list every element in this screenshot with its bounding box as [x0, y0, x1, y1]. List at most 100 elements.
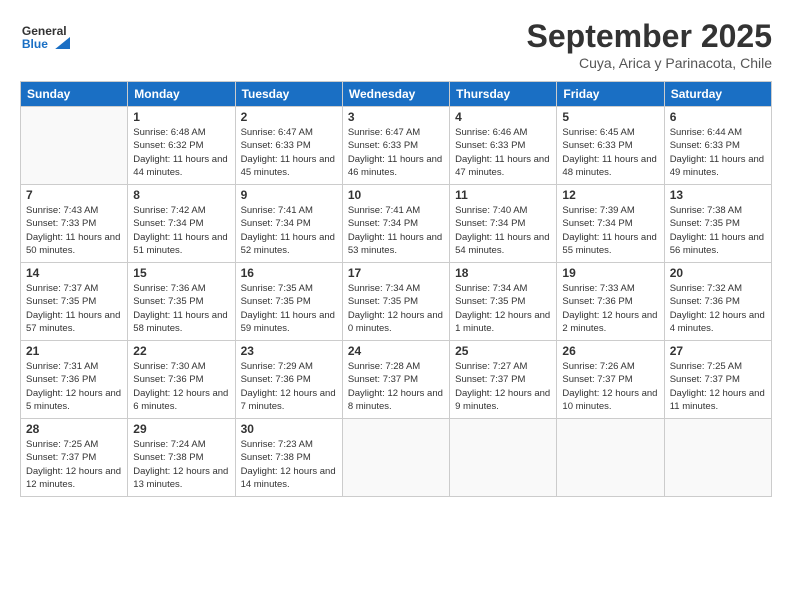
day-info: Sunrise: 7:41 AM Sunset: 7:34 PM Dayligh… — [241, 204, 337, 257]
calendar-cell-w4-d3 — [342, 419, 449, 497]
day-number: 25 — [455, 344, 551, 358]
calendar-cell-w3-d2: 23 Sunrise: 7:29 AM Sunset: 7:36 PM Dayli… — [235, 341, 342, 419]
weekday-header-row: Sunday Monday Tuesday Wednesday Thursday… — [21, 82, 772, 107]
month-title: September 2025 — [527, 18, 772, 55]
calendar-cell-w0-d4: 4 Sunrise: 6:46 AM Sunset: 6:33 PM Daylig… — [450, 107, 557, 185]
calendar-cell-w3-d4: 25 Sunrise: 7:27 AM Sunset: 7:37 PM Dayli… — [450, 341, 557, 419]
header-saturday: Saturday — [664, 82, 771, 107]
day-info: Sunrise: 7:42 AM Sunset: 7:34 PM Dayligh… — [133, 204, 229, 257]
logo-icon: General Blue — [20, 18, 70, 56]
calendar-cell-w2-d4: 18 Sunrise: 7:34 AM Sunset: 7:35 PM Dayli… — [450, 263, 557, 341]
day-info: Sunrise: 6:47 AM Sunset: 6:33 PM Dayligh… — [241, 126, 337, 179]
calendar-cell-w1-d2: 9 Sunrise: 7:41 AM Sunset: 7:34 PM Daylig… — [235, 185, 342, 263]
day-number: 19 — [562, 266, 658, 280]
day-info: Sunrise: 7:29 AM Sunset: 7:36 PM Dayligh… — [241, 360, 337, 413]
calendar-cell-w2-d5: 19 Sunrise: 7:33 AM Sunset: 7:36 PM Dayli… — [557, 263, 664, 341]
day-info: Sunrise: 7:36 AM Sunset: 7:35 PM Dayligh… — [133, 282, 229, 335]
svg-text:General: General — [22, 24, 67, 38]
calendar-cell-w2-d0: 14 Sunrise: 7:37 AM Sunset: 7:35 PM Dayli… — [21, 263, 128, 341]
day-info: Sunrise: 7:38 AM Sunset: 7:35 PM Dayligh… — [670, 204, 766, 257]
day-info: Sunrise: 7:26 AM Sunset: 7:37 PM Dayligh… — [562, 360, 658, 413]
calendar-cell-w1-d1: 8 Sunrise: 7:42 AM Sunset: 7:34 PM Daylig… — [128, 185, 235, 263]
day-info: Sunrise: 7:25 AM Sunset: 7:37 PM Dayligh… — [670, 360, 766, 413]
header-thursday: Thursday — [450, 82, 557, 107]
day-number: 30 — [241, 422, 337, 436]
day-number: 2 — [241, 110, 337, 124]
day-info: Sunrise: 7:37 AM Sunset: 7:35 PM Dayligh… — [26, 282, 122, 335]
calendar-cell-w0-d5: 5Sunrise: 6:45 AM Sunset: 6:33 PM Daylig… — [557, 107, 664, 185]
day-number: 10 — [348, 188, 444, 202]
week-row-3: 21Sunrise: 7:31 AM Sunset: 7:36 PM Dayli… — [21, 341, 772, 419]
day-number: 13 — [670, 188, 766, 202]
calendar-cell-w4-d0: 28 Sunrise: 7:25 AM Sunset: 7:37 PM Dayli… — [21, 419, 128, 497]
day-number: 6 — [670, 110, 766, 124]
day-number: 16 — [241, 266, 337, 280]
calendar-cell-w1-d0: 7 Sunrise: 7:43 AM Sunset: 7:33 PM Daylig… — [21, 185, 128, 263]
location-subtitle: Cuya, Arica y Parinacota, Chile — [527, 55, 772, 71]
day-number: 28 — [26, 422, 122, 436]
calendar-cell-w0-d3: 3 Sunrise: 6:47 AM Sunset: 6:33 PM Daylig… — [342, 107, 449, 185]
week-row-1: 7 Sunrise: 7:43 AM Sunset: 7:33 PM Daylig… — [21, 185, 772, 263]
calendar-cell-w4-d4 — [450, 419, 557, 497]
day-number: 11 — [455, 188, 551, 202]
day-number: 24 — [348, 344, 444, 358]
day-info: Sunrise: 7:35 AM Sunset: 7:35 PM Dayligh… — [241, 282, 337, 335]
day-info: Sunrise: 7:39 AM Sunset: 7:34 PM Dayligh… — [562, 204, 658, 257]
calendar-cell-w3-d0: 21Sunrise: 7:31 AM Sunset: 7:36 PM Dayli… — [21, 341, 128, 419]
day-number: 12 — [562, 188, 658, 202]
day-number: 8 — [133, 188, 229, 202]
calendar-cell-w2-d3: 17 Sunrise: 7:34 AM Sunset: 7:35 PM Dayli… — [342, 263, 449, 341]
day-info: Sunrise: 7:27 AM Sunset: 7:37 PM Dayligh… — [455, 360, 551, 413]
calendar-cell-w4-d5 — [557, 419, 664, 497]
day-info: Sunrise: 7:25 AM Sunset: 7:37 PM Dayligh… — [26, 438, 122, 491]
day-number: 26 — [562, 344, 658, 358]
week-row-4: 28 Sunrise: 7:25 AM Sunset: 7:37 PM Dayli… — [21, 419, 772, 497]
calendar-cell-w1-d6: 13 Sunrise: 7:38 AM Sunset: 7:35 PM Dayli… — [664, 185, 771, 263]
calendar-cell-w0-d0 — [21, 107, 128, 185]
calendar-cell-w1-d4: 11 Sunrise: 7:40 AM Sunset: 7:34 PM Dayli… — [450, 185, 557, 263]
calendar-cell-w2-d1: 15 Sunrise: 7:36 AM Sunset: 7:35 PM Dayli… — [128, 263, 235, 341]
day-number: 1 — [133, 110, 229, 124]
day-info: Sunrise: 7:34 AM Sunset: 7:35 PM Dayligh… — [348, 282, 444, 335]
day-info: Sunrise: 7:33 AM Sunset: 7:36 PM Dayligh… — [562, 282, 658, 335]
day-number: 7 — [26, 188, 122, 202]
day-info: Sunrise: 6:46 AM Sunset: 6:33 PM Dayligh… — [455, 126, 551, 179]
week-row-0: 1 Sunrise: 6:48 AM Sunset: 6:32 PM Daylig… — [21, 107, 772, 185]
day-number: 9 — [241, 188, 337, 202]
day-number: 17 — [348, 266, 444, 280]
calendar-cell-w3-d1: 22 Sunrise: 7:30 AM Sunset: 7:36 PM Dayli… — [128, 341, 235, 419]
day-info: Sunrise: 6:47 AM Sunset: 6:33 PM Dayligh… — [348, 126, 444, 179]
header-monday: Monday — [128, 82, 235, 107]
day-info: Sunrise: 7:32 AM Sunset: 7:36 PM Dayligh… — [670, 282, 766, 335]
calendar-cell-w4-d2: 30 Sunrise: 7:23 AM Sunset: 7:38 PM Dayli… — [235, 419, 342, 497]
day-number: 22 — [133, 344, 229, 358]
day-info: Sunrise: 6:48 AM Sunset: 6:32 PM Dayligh… — [133, 126, 229, 179]
day-info: Sunrise: 6:45 AM Sunset: 6:33 PM Dayligh… — [562, 126, 658, 179]
calendar-cell-w3-d5: 26 Sunrise: 7:26 AM Sunset: 7:37 PM Dayli… — [557, 341, 664, 419]
calendar-cell-w3-d6: 27Sunrise: 7:25 AM Sunset: 7:37 PM Dayli… — [664, 341, 771, 419]
day-info: Sunrise: 6:44 AM Sunset: 6:33 PM Dayligh… — [670, 126, 766, 179]
day-info: Sunrise: 7:30 AM Sunset: 7:36 PM Dayligh… — [133, 360, 229, 413]
day-info: Sunrise: 7:34 AM Sunset: 7:35 PM Dayligh… — [455, 282, 551, 335]
week-row-2: 14 Sunrise: 7:37 AM Sunset: 7:35 PM Dayli… — [21, 263, 772, 341]
day-number: 29 — [133, 422, 229, 436]
calendar-cell-w2-d6: 20Sunrise: 7:32 AM Sunset: 7:36 PM Dayli… — [664, 263, 771, 341]
calendar-cell-w2-d2: 16 Sunrise: 7:35 AM Sunset: 7:35 PM Dayli… — [235, 263, 342, 341]
day-info: Sunrise: 7:43 AM Sunset: 7:33 PM Dayligh… — [26, 204, 122, 257]
logo: General Blue — [20, 18, 70, 56]
day-number: 3 — [348, 110, 444, 124]
day-info: Sunrise: 7:31 AM Sunset: 7:36 PM Dayligh… — [26, 360, 122, 413]
day-number: 15 — [133, 266, 229, 280]
title-block: September 2025 Cuya, Arica y Parinacota,… — [527, 18, 772, 71]
day-number: 4 — [455, 110, 551, 124]
day-info: Sunrise: 7:24 AM Sunset: 7:38 PM Dayligh… — [133, 438, 229, 491]
header-friday: Friday — [557, 82, 664, 107]
calendar-table: Sunday Monday Tuesday Wednesday Thursday… — [20, 81, 772, 497]
day-info: Sunrise: 7:40 AM Sunset: 7:34 PM Dayligh… — [455, 204, 551, 257]
day-number: 23 — [241, 344, 337, 358]
calendar-cell-w0-d2: 2 Sunrise: 6:47 AM Sunset: 6:33 PM Daylig… — [235, 107, 342, 185]
day-number: 14 — [26, 266, 122, 280]
calendar-cell-w0-d1: 1 Sunrise: 6:48 AM Sunset: 6:32 PM Daylig… — [128, 107, 235, 185]
day-info: Sunrise: 7:23 AM Sunset: 7:38 PM Dayligh… — [241, 438, 337, 491]
day-number: 18 — [455, 266, 551, 280]
